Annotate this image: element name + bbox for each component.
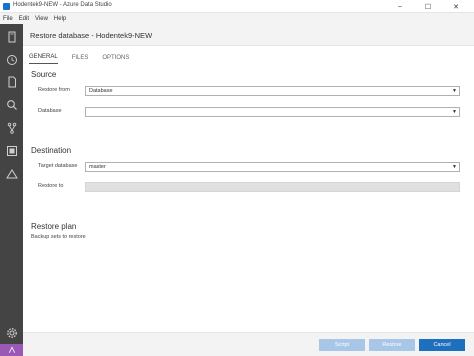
chevron-down-icon: ▼ [452, 164, 457, 170]
title-bar: Hodentek9-NEW - Azure Data Studio – ☐ ✕ [0, 0, 474, 13]
tab-options[interactable]: OPTIONS [102, 51, 129, 64]
restore-from-select[interactable]: Database ▼ [85, 86, 460, 96]
close-window-button[interactable]: ✕ [442, 0, 470, 13]
maximize-button[interactable]: ☐ [414, 0, 442, 13]
database-select[interactable]: ▼ [85, 107, 460, 117]
history-icon[interactable] [5, 53, 18, 66]
activity-bar [0, 24, 23, 356]
menu-file[interactable]: File [3, 16, 13, 22]
gear-icon[interactable] [5, 326, 18, 339]
source-heading: Source [31, 70, 57, 79]
restore-from-label: Restore from [38, 87, 70, 93]
azure-icon[interactable] [5, 167, 18, 180]
window-title: Hodentek9-NEW - Azure Data Studio [13, 2, 112, 8]
menu-help[interactable]: Help [54, 16, 66, 22]
tab-files[interactable]: FILES [72, 51, 89, 64]
menu-view[interactable]: View [35, 16, 48, 22]
chevron-down-icon: ▼ [452, 109, 457, 115]
destination-heading: Destination [31, 146, 72, 155]
azure-data-studio-logo [3, 3, 10, 10]
target-database-value: master [89, 164, 106, 170]
dialog-header: Restore database - Hodentek9-NEW [23, 24, 474, 46]
restore-from-value: Database [89, 88, 113, 94]
script-button[interactable]: Script [319, 339, 365, 351]
chevron-down-icon: ▼ [452, 88, 457, 94]
source-control-icon[interactable] [5, 121, 18, 134]
extensions-icon[interactable] [5, 144, 18, 157]
target-database-select[interactable]: master ▼ [85, 162, 460, 172]
menu-edit[interactable]: Edit [19, 16, 29, 22]
dialog-title: Restore database - Hodentek9-NEW [30, 31, 153, 40]
tab-general[interactable]: GENERAL [29, 51, 58, 64]
target-database-label: Target database [38, 163, 78, 169]
menu-bar: File Edit View Help [0, 13, 474, 24]
search-icon[interactable] [5, 98, 18, 111]
connection-status-icon[interactable] [0, 344, 23, 356]
dialog-footer: Script Restore Cancel [23, 332, 474, 356]
backup-sets-label: Backup sets to restore [31, 234, 86, 240]
cancel-button[interactable]: Cancel [419, 339, 465, 351]
database-label: Database [38, 108, 62, 114]
restore-plan-heading: Restore plan [31, 222, 77, 231]
restore-to-input [85, 182, 460, 192]
file-icon[interactable] [5, 75, 18, 88]
tab-bar: GENERAL FILES OPTIONS [23, 46, 474, 64]
minimize-button[interactable]: – [386, 0, 414, 13]
restore-button[interactable]: Restore [369, 339, 415, 351]
restore-to-label: Restore to [38, 183, 64, 189]
servers-icon[interactable] [5, 30, 18, 43]
